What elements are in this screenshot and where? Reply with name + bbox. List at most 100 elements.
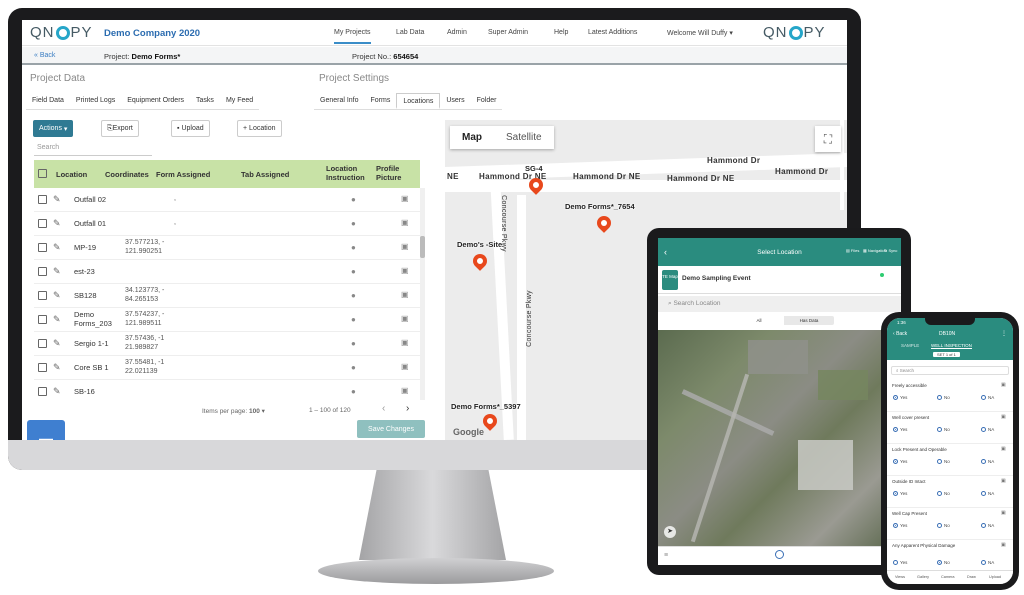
option-yes[interactable]: Yes xyxy=(893,427,907,432)
save-changes-button[interactable]: Save Changes xyxy=(357,420,425,438)
option-no[interactable]: No xyxy=(937,523,950,528)
more-icon[interactable]: ⋮ xyxy=(1001,330,1007,337)
event-card[interactable]: TE Map Demo Sampling Event xyxy=(658,266,901,294)
table-row[interactable]: ✎ SB-16 ● ▣ xyxy=(34,380,420,400)
tab-equipment-orders[interactable]: Equipment Orders xyxy=(121,93,190,109)
option-na[interactable]: NA xyxy=(981,523,994,528)
instruction-chat-icon[interactable]: ● xyxy=(351,315,356,324)
row-checkbox[interactable] xyxy=(38,363,47,372)
option-na[interactable]: NA xyxy=(981,459,994,464)
add-location-button[interactable]: + Location xyxy=(237,120,282,137)
col-tab-assigned[interactable]: Tab Assigned xyxy=(241,170,289,179)
option-yes[interactable]: Yes xyxy=(893,560,907,565)
nav-help[interactable]: Help xyxy=(554,29,568,36)
profile-picture-icon[interactable]: ▣ xyxy=(401,266,409,275)
edit-icon[interactable]: ✎ xyxy=(53,218,61,229)
tab-users[interactable]: Users xyxy=(440,93,470,109)
edit-icon[interactable]: ✎ xyxy=(53,338,61,349)
satellite-map[interactable]: ➤ xyxy=(658,330,901,546)
table-scrollbar[interactable] xyxy=(420,188,425,400)
instruction-chat-icon[interactable]: ● xyxy=(351,267,356,276)
option-na[interactable]: NA xyxy=(981,491,994,496)
map-type-satellite[interactable]: Satellite xyxy=(494,126,554,149)
table-row[interactable]: ✎ Outfall 01 , ● ▣ xyxy=(34,212,420,236)
list-icon[interactable]: ≡ xyxy=(664,552,668,559)
row-checkbox[interactable] xyxy=(38,339,47,348)
table-row[interactable]: ✎ Core SB 1 37.55481, -1 22.021139 ● ▣ xyxy=(34,356,420,380)
phone-tab-well-inspection[interactable]: WELL INSPECTION xyxy=(931,343,972,349)
tab-field-data[interactable]: Field Data xyxy=(26,93,70,109)
location-search-input[interactable]: ⌕ Search Location xyxy=(658,296,901,312)
tab-locations[interactable]: Locations xyxy=(396,93,441,109)
row-checkbox[interactable] xyxy=(38,219,47,228)
profile-picture-icon[interactable]: ▣ xyxy=(401,290,409,299)
edit-icon[interactable]: ✎ xyxy=(53,386,61,397)
camera-icon[interactable]: ▣ xyxy=(1001,382,1006,388)
select-all-checkbox[interactable] xyxy=(38,169,47,178)
profile-picture-icon[interactable]: ▣ xyxy=(401,362,409,371)
table-row[interactable]: ✎ est-23 ● ▣ xyxy=(34,260,420,284)
camera-icon[interactable]: ▣ xyxy=(1001,478,1006,484)
edit-icon[interactable]: ✎ xyxy=(53,194,61,205)
tab-views[interactable]: Views xyxy=(895,575,905,579)
next-page-icon[interactable]: › xyxy=(406,403,409,414)
table-row[interactable]: ✎ Demo Forms_203 37.574237, -121.989511 … xyxy=(34,308,420,332)
row-checkbox[interactable] xyxy=(38,195,47,204)
option-na[interactable]: NA xyxy=(981,560,994,565)
row-checkbox[interactable] xyxy=(38,243,47,252)
tab-tasks[interactable]: Tasks xyxy=(190,93,220,109)
tab-folder[interactable]: Folder xyxy=(471,93,503,109)
tab-forms[interactable]: Forms xyxy=(365,93,397,109)
option-no[interactable]: No xyxy=(937,459,950,464)
fullscreen-icon[interactable]: ⛶ xyxy=(815,126,841,152)
option-na[interactable]: NA xyxy=(981,395,994,400)
col-location[interactable]: Location xyxy=(56,170,87,179)
table-row[interactable]: ✎ Outfall 02 , ● ▣ xyxy=(34,188,420,212)
instruction-chat-icon[interactable]: ● xyxy=(351,363,356,372)
back-link[interactable]: « Back xyxy=(34,52,55,59)
tab-printed-logs[interactable]: Printed Logs xyxy=(70,93,121,109)
table-row[interactable]: ✎ MP-19 37.577213, - 121.990251 ● ▣ xyxy=(34,236,420,260)
scrollbar-thumb[interactable] xyxy=(420,236,425,258)
option-yes[interactable]: Yes xyxy=(893,523,907,528)
filter-has-data[interactable]: Has Data xyxy=(784,316,834,325)
filter-all[interactable]: All xyxy=(734,316,784,325)
option-no[interactable]: No xyxy=(937,491,950,496)
map-type-map[interactable]: Map xyxy=(450,126,494,149)
items-per-page[interactable]: Items per page: 100 ▾ xyxy=(202,407,265,415)
phone-back[interactable]: ‹ Back xyxy=(893,331,907,337)
phone-search-input[interactable]: ⌕ Search xyxy=(891,366,1009,375)
nav-lab-data[interactable]: Lab Data xyxy=(396,29,424,36)
edit-icon[interactable]: ✎ xyxy=(53,242,61,253)
nav-super-admin[interactable]: Super Admin xyxy=(488,29,528,36)
option-na[interactable]: NA xyxy=(981,427,994,432)
option-yes[interactable]: Yes xyxy=(893,491,907,496)
company-name[interactable]: Demo Company 2020 xyxy=(104,28,200,39)
actions-button[interactable]: Actions ▾ xyxy=(33,120,74,137)
col-location-instruction[interactable]: Location Instruction xyxy=(326,164,365,182)
camera-icon[interactable]: ▣ xyxy=(1001,414,1006,420)
profile-picture-icon[interactable]: ▣ xyxy=(401,194,409,203)
sync-icon[interactable]: ↻ Sync xyxy=(884,248,897,253)
tab-my-feed[interactable]: My Feed xyxy=(220,93,259,109)
nav-admin[interactable]: Admin xyxy=(447,29,467,36)
upload-button[interactable]: ▪ Upload xyxy=(171,120,210,137)
logo[interactable]: QN PY xyxy=(30,24,93,41)
camera-icon[interactable]: ▣ xyxy=(1001,542,1006,548)
map-pin-icon[interactable] xyxy=(470,251,490,271)
row-checkbox[interactable] xyxy=(38,387,47,396)
col-form-assigned[interactable]: Form Assigned xyxy=(156,170,210,179)
nav-latest-additions[interactable]: Latest Additions xyxy=(588,29,637,36)
export-button[interactable]: ⎘ Export xyxy=(101,120,139,137)
row-checkbox[interactable] xyxy=(38,291,47,300)
col-profile-picture[interactable]: Profile Picture xyxy=(376,164,401,182)
option-no[interactable]: No xyxy=(937,395,950,400)
col-coordinates[interactable]: Coordinates xyxy=(105,170,149,179)
home-button-icon[interactable] xyxy=(775,550,784,559)
instruction-chat-icon[interactable]: ● xyxy=(351,219,356,228)
table-row[interactable]: ✎ SB128 34.123773, - 84.265153 ● ▣ xyxy=(34,284,420,308)
instruction-chat-icon[interactable]: ● xyxy=(351,387,356,396)
phone-header-title[interactable]: DB10N xyxy=(939,331,955,337)
row-checkbox[interactable] xyxy=(38,315,47,324)
profile-picture-icon[interactable]: ▣ xyxy=(401,218,409,227)
